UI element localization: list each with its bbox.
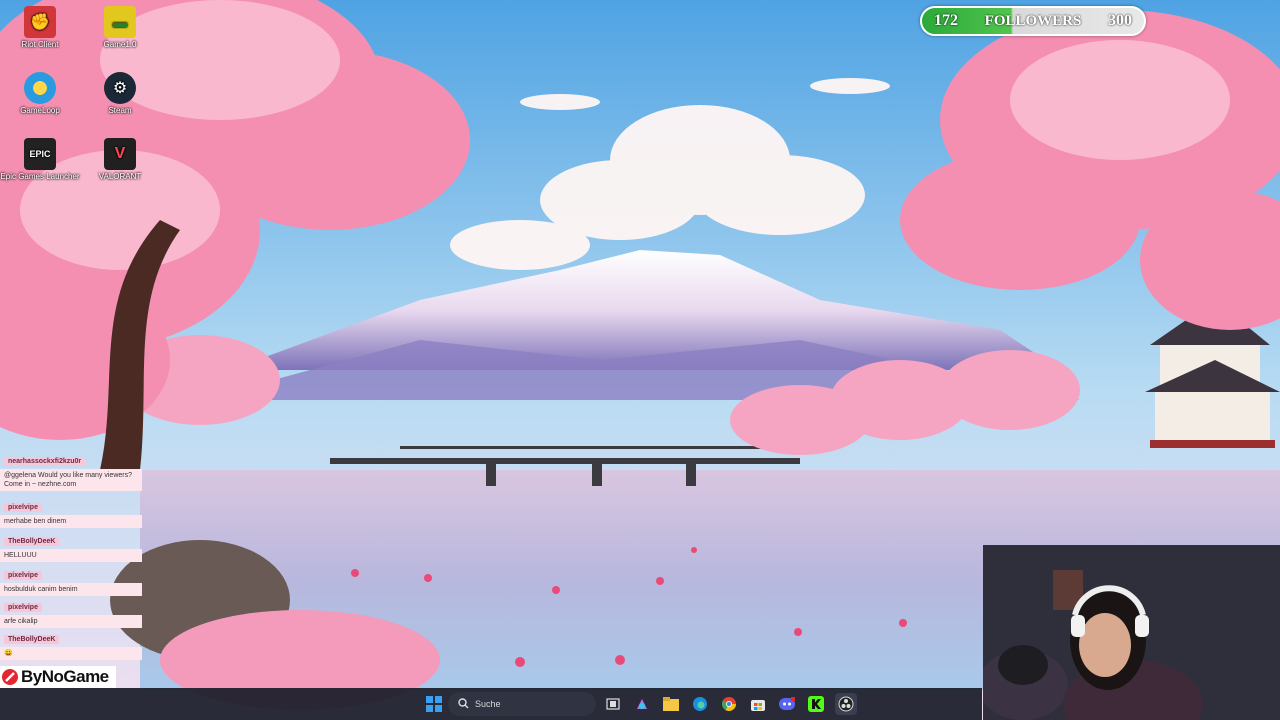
steam-icon: ⚙	[104, 72, 136, 104]
chat-username: pixelvipe	[4, 571, 42, 580]
desktop-icon-steam[interactable]: ⚙ Steam	[80, 72, 160, 115]
file-explorer-icon[interactable]	[660, 693, 682, 715]
edge-icon[interactable]	[689, 693, 711, 715]
chat-text: merhabe ben dinem	[0, 515, 142, 528]
desktop-icon-label: GameLoop	[20, 106, 60, 115]
chat-username: TheBollyDeeK	[4, 537, 60, 546]
store-icon[interactable]	[747, 693, 769, 715]
bynogame-logo: ByNoGame	[0, 666, 116, 688]
windows-taskbar: Suche	[0, 688, 982, 720]
windows-start-icon[interactable]	[423, 693, 445, 715]
chat-message: pixelvipe merhabe ben dinem	[0, 496, 142, 528]
desktop-icon-riot-client[interactable]: ✊ Riot Client	[0, 6, 80, 49]
search-placeholder: Suche	[475, 699, 501, 709]
bynogame-text: ByNoGame	[21, 667, 109, 686]
obs-icon[interactable]	[835, 693, 857, 715]
search-icon	[458, 697, 469, 711]
chat-message: pixelvipe arfe cikalip	[0, 596, 142, 628]
chat-text: @ggelena Would you like many viewers? Co…	[0, 469, 142, 491]
chat-message: nearhassockxfi2kzu0r @ggelena Would you …	[0, 450, 142, 491]
chat-username: pixelvipe	[4, 503, 42, 512]
riot-client-icon: ✊	[24, 6, 56, 38]
desktop-icon-label: Riot Client	[21, 40, 59, 49]
followers-label: FOLLOWERS	[984, 12, 1082, 29]
chat-username: TheBollyDeeK	[4, 635, 60, 644]
desktop-icon-epic-games[interactable]: EPIC Epic Games Launcher	[0, 138, 80, 181]
chat-text: arfe cikalip	[0, 615, 142, 628]
chat-username: pixelvipe	[4, 603, 42, 612]
followers-goal-widget: 172 FOLLOWERS 300	[920, 6, 1146, 36]
kick-icon[interactable]	[805, 693, 827, 715]
chat-username: nearhassockxfi2kzu0r	[4, 457, 86, 466]
chrome-icon[interactable]	[718, 693, 740, 715]
desktop-icon-gameloop[interactable]: GameLoop	[0, 72, 80, 115]
discord-icon[interactable]	[776, 693, 798, 715]
epic-games-icon: EPIC	[24, 138, 56, 170]
chat-message: TheBollyDeeK 😀	[0, 628, 142, 660]
webcam-overlay	[983, 545, 1280, 720]
chat-message: TheBollyDeeK HELLUUU	[0, 530, 142, 562]
game-folder-icon: ▬	[104, 6, 136, 38]
chat-text: HELLUUU	[0, 549, 142, 562]
desktop-icon-label: VALORANT	[98, 172, 142, 181]
followers-current: 172	[934, 12, 958, 29]
desktop-icon-game1[interactable]: ▬ Game1.0	[80, 6, 160, 49]
chat-message: pixelvipe hosbulduk canim benim	[0, 564, 142, 596]
copilot-icon[interactable]	[631, 693, 653, 715]
desktop-icon-label: Epic Games Launcher	[0, 172, 80, 181]
desktop-icon-label: Game1.0	[103, 40, 137, 49]
streamer-camera-image	[983, 545, 1280, 720]
gameloop-icon	[24, 72, 56, 104]
followers-goal: 300	[1108, 12, 1132, 29]
taskbar-search-box[interactable]: Suche	[448, 692, 596, 716]
desktop-icon-label: Steam	[108, 106, 132, 115]
bynogame-mark-icon	[2, 669, 18, 685]
desktop-icon-valorant[interactable]: V VALORANT	[80, 138, 160, 181]
task-view-icon[interactable]	[602, 693, 624, 715]
chat-text: 😀	[0, 647, 142, 660]
valorant-icon: V	[104, 138, 136, 170]
chat-text: hosbulduk canim benim	[0, 583, 142, 596]
